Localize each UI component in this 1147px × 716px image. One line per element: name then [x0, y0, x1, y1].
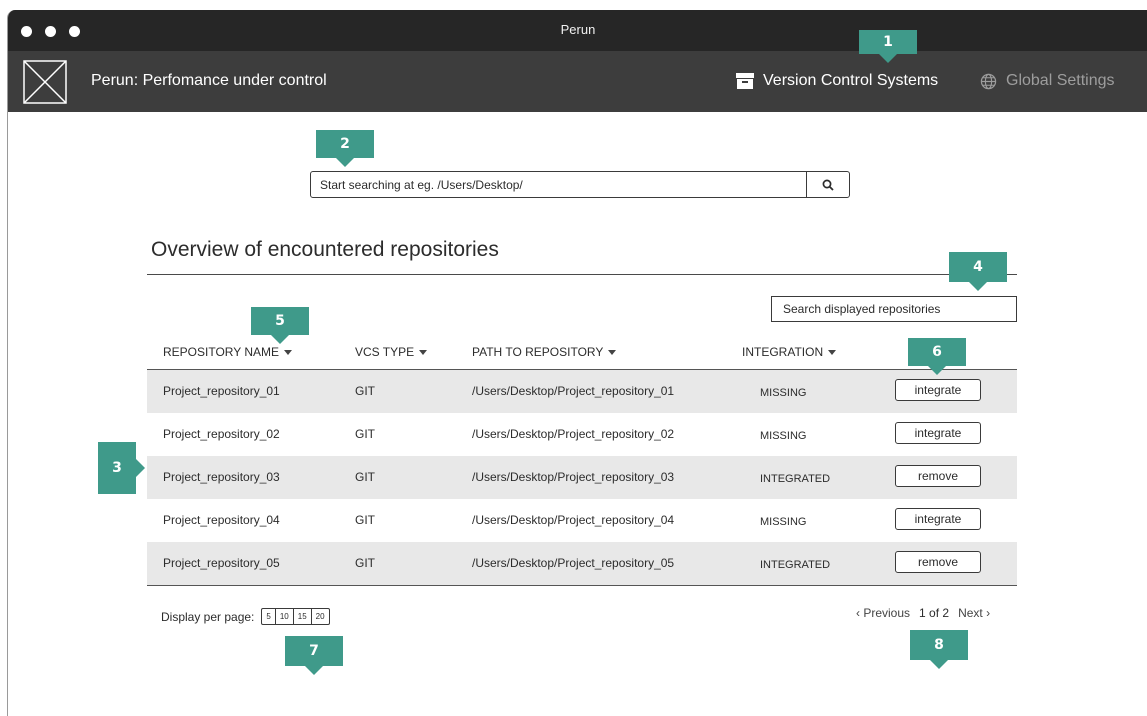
per-page-label: Display per page:	[161, 609, 255, 624]
page-indicator: 1 of 2	[919, 606, 950, 620]
per-page-option-15[interactable]: 15	[294, 609, 312, 624]
app-header: Perun: Perfomance under control Version …	[8, 51, 1147, 112]
sort-caret-icon	[608, 349, 617, 355]
search-button[interactable]	[806, 172, 849, 197]
table-row: Project_repository_05 GIT /Users/Desktop…	[147, 542, 1017, 586]
callout-7: 7	[285, 636, 343, 675]
table-row: Project_repository_03 GIT /Users/Desktop…	[147, 456, 1017, 499]
vcs-type-cell: GIT	[355, 470, 375, 484]
nav-global-settings[interactable]: Global Settings	[980, 72, 1115, 90]
table-header: REPOSITORY NAME VCS TYPE PATH TO REPOSIT…	[147, 340, 1017, 370]
pagination: ‹ Previous 1 of 2 Next ›	[856, 606, 990, 620]
app-window: Perun Perun: Perfomance under control Ve…	[7, 10, 1147, 716]
per-page-option-20[interactable]: 20	[312, 609, 329, 624]
repository-name-cell: Project_repository_04	[163, 513, 280, 527]
repository-name-cell: Project_repository_01	[163, 384, 280, 398]
repo-filter-input[interactable]	[772, 297, 1016, 321]
nav-vcs-label: Version Control Systems	[763, 72, 939, 89]
path-cell: /Users/Desktop/Project_repository_04	[472, 513, 675, 527]
integration-status-cell: MISSING	[760, 430, 807, 442]
vcs-type-cell: GIT	[355, 384, 375, 398]
vcs-type-cell: GIT	[355, 427, 375, 441]
nav-version-control-systems[interactable]: Version Control Systems	[736, 72, 938, 90]
table-row: Project_repository_01 GIT /Users/Desktop…	[147, 370, 1017, 413]
sort-caret-icon	[828, 349, 837, 355]
remove-button[interactable]: remove	[895, 465, 981, 487]
vcs-type-cell: GIT	[355, 556, 375, 570]
table-row: Project_repository_04 GIT /Users/Desktop…	[147, 499, 1017, 542]
per-page-option-10[interactable]: 10	[276, 609, 294, 624]
per-page-control: Display per page: 5 10 15 20	[161, 608, 330, 625]
nav-global-label: Global Settings	[1006, 72, 1115, 89]
callout-5: 5	[251, 307, 309, 344]
integration-status-cell: INTEGRATED	[760, 559, 831, 571]
table-row: Project_repository_02 GIT /Users/Desktop…	[147, 413, 1017, 456]
path-cell: /Users/Desktop/Project_repository_01	[472, 384, 675, 398]
next-page-link[interactable]: Next ›	[958, 606, 990, 620]
path-cell: /Users/Desktop/Project_repository_02	[472, 427, 675, 441]
callout-3: 3	[98, 442, 145, 494]
globe-icon	[980, 73, 997, 89]
column-header-repository-name[interactable]: REPOSITORY NAME	[163, 345, 293, 359]
path-cell: /Users/Desktop/Project_repository_03	[472, 470, 675, 484]
window-titlebar: Perun	[8, 10, 1147, 51]
callout-4: 4	[949, 252, 1007, 291]
integrate-button[interactable]: integrate	[895, 422, 981, 444]
integration-status-cell: MISSING	[760, 516, 807, 528]
column-label: VCS TYPE	[355, 345, 415, 359]
app-title: Perun: Perfomance under control	[91, 72, 327, 89]
callout-8: 8	[910, 630, 968, 669]
vcs-type-cell: GIT	[355, 513, 375, 527]
column-header-path[interactable]: PATH TO REPOSITORY	[472, 345, 617, 359]
callout-1: 1	[859, 30, 917, 63]
callout-6: 6	[908, 338, 966, 375]
path-search-input[interactable]	[311, 172, 806, 197]
sort-caret-icon	[284, 349, 293, 355]
repository-name-cell: Project_repository_05	[163, 556, 280, 570]
archive-box-icon	[736, 73, 754, 89]
sort-caret-icon	[419, 349, 428, 355]
previous-page-link[interactable]: ‹ Previous	[856, 606, 910, 620]
per-page-options: 5 10 15 20	[261, 608, 330, 625]
repositories-table: REPOSITORY NAME VCS TYPE PATH TO REPOSIT…	[147, 340, 1017, 586]
section-title: Overview of encountered repositories	[151, 238, 499, 261]
callout-2: 2	[316, 130, 374, 167]
repository-name-cell: Project_repository_03	[163, 470, 280, 484]
path-cell: /Users/Desktop/Project_repository_05	[472, 556, 675, 570]
section-divider	[147, 274, 1017, 275]
column-header-vcs-type[interactable]: VCS TYPE	[355, 345, 428, 359]
integration-status-cell: MISSING	[760, 387, 807, 399]
magnifier-icon	[822, 179, 834, 191]
column-label: INTEGRATION	[742, 345, 824, 359]
integrate-button[interactable]: integrate	[895, 508, 981, 530]
integrate-button[interactable]: integrate	[895, 379, 981, 401]
column-header-integration[interactable]: INTEGRATION	[742, 345, 837, 359]
remove-button[interactable]: remove	[895, 551, 981, 573]
repository-name-cell: Project_repository_02	[163, 427, 280, 441]
placeholder-image-icon	[23, 60, 67, 104]
window-title: Perun	[560, 22, 596, 37]
path-search-box	[310, 171, 850, 198]
column-label: PATH TO REPOSITORY	[472, 345, 604, 359]
integration-status-cell: INTEGRATED	[760, 473, 831, 485]
column-label: REPOSITORY NAME	[163, 345, 280, 359]
per-page-option-5[interactable]: 5	[262, 609, 276, 624]
repo-filter-box	[771, 296, 1017, 322]
